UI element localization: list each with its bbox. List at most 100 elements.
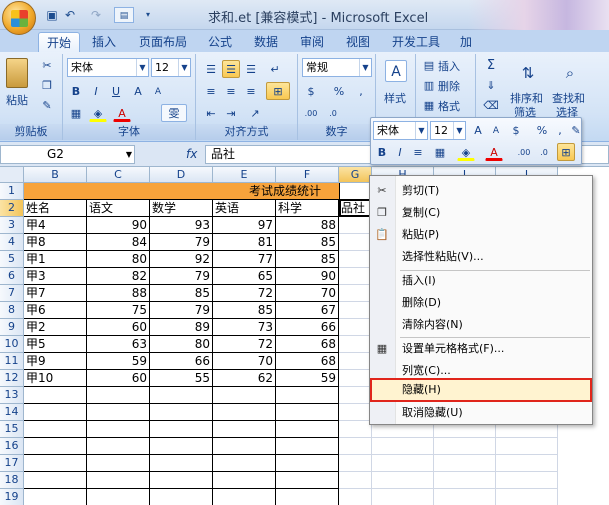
tab-add-ins[interactable]: 加 [452,32,480,52]
table-cell[interactable] [339,455,372,472]
table-cell[interactable] [150,489,213,505]
table-cell[interactable] [339,404,372,421]
row-header[interactable]: 4 [0,234,24,251]
table-cell[interactable]: 79 [150,302,213,319]
table-cell[interactable] [496,438,558,455]
decrease-decimal-icon[interactable]: .0 [535,143,553,161]
percent-icon[interactable]: % [330,82,348,100]
align-top-icon[interactable]: ☰ [202,60,220,78]
table-cell[interactable] [276,387,339,404]
tab-home[interactable]: 开始 [38,32,81,52]
table-cell[interactable] [150,404,213,421]
table-cell[interactable] [339,336,372,353]
row-header[interactable]: 11 [0,353,24,370]
table-cell[interactable] [150,438,213,455]
table-cell[interactable] [150,421,213,438]
table-cell[interactable]: 59 [276,370,339,387]
table-cell[interactable] [150,387,213,404]
table-cell[interactable]: 70 [276,285,339,302]
menu-item-copy[interactable]: ❐ 复制(C) [370,202,592,224]
table-cell[interactable]: 甲9 [24,353,87,370]
table-cell[interactable]: 甲2 [24,319,87,336]
table-cell[interactable] [213,472,276,489]
font-grow-icon[interactable]: A [469,121,487,139]
insert-cells-label[interactable]: 插入 [438,58,460,74]
format-cells-label[interactable]: 格式 [438,98,460,114]
chevron-down-icon[interactable]: ▼ [126,146,132,163]
tab-formulas[interactable]: 公式 [200,32,240,52]
row-header[interactable]: 8 [0,302,24,319]
merge-center-icon[interactable]: ⊞ [557,143,575,161]
menu-item-paste-special[interactable]: 选择性粘贴(V)... [370,246,592,268]
table-cell[interactable]: 甲6 [24,302,87,319]
copy-icon[interactable]: ❐ [38,76,56,94]
table-cell[interactable] [339,302,372,319]
table-cell[interactable]: 63 [87,336,150,353]
tab-insert[interactable]: 插入 [84,32,124,52]
table-cell[interactable]: 88 [276,217,339,234]
table-cell[interactable] [339,319,372,336]
table-cell[interactable]: 85 [150,285,213,302]
column-header[interactable]: G [339,167,372,183]
phonetic-icon[interactable]: 雯 [161,104,187,122]
clear-icon[interactable]: ⌫ [482,96,500,114]
undo-icon[interactable]: ↶ [62,7,78,23]
table-cell[interactable] [213,421,276,438]
menu-item-hide[interactable]: 隐藏(H) [370,378,592,402]
table-cell[interactable]: 85 [213,302,276,319]
table-cell[interactable]: 甲5 [24,336,87,353]
header-cell[interactable]: 英语 [213,200,276,217]
number-format-combo[interactable]: 常规 ▼ [302,58,372,77]
align-middle-icon[interactable]: ☰ [222,60,240,78]
comma-icon[interactable]: , [352,82,370,100]
row-header[interactable]: 2 [0,200,24,217]
currency-icon[interactable]: $ [507,121,525,139]
save-icon[interactable]: ▣ [44,7,60,23]
table-cell[interactable]: 60 [87,319,150,336]
table-cell[interactable] [434,489,496,505]
row-header[interactable]: 15 [0,421,24,438]
table-cell[interactable]: 72 [213,336,276,353]
table-cell[interactable]: 65 [213,268,276,285]
align-center-icon[interactable]: ≡ [409,143,427,161]
table-cell[interactable]: 88 [87,285,150,302]
row-header[interactable]: 9 [0,319,24,336]
table-cell[interactable] [496,472,558,489]
table-cell[interactable]: 89 [150,319,213,336]
chevron-down-icon[interactable]: ▾ [140,7,156,23]
table-cell[interactable] [339,353,372,370]
row-header[interactable]: 18 [0,472,24,489]
font-color-icon[interactable]: A [113,104,131,122]
paste-label[interactable]: 粘贴 [6,92,28,108]
table-cell[interactable]: 甲1 [24,251,87,268]
table-cell[interactable]: 60 [87,370,150,387]
table-cell[interactable] [339,472,372,489]
format-painter-icon[interactable]: ✎ [567,121,585,139]
table-cell[interactable]: 80 [87,251,150,268]
font-shrink-icon[interactable]: A [487,121,505,139]
table-cell[interactable] [339,387,372,404]
table-cell[interactable]: 90 [276,268,339,285]
column-header[interactable]: F [276,167,339,183]
font-grow-icon[interactable]: A [129,82,147,100]
align-right-icon[interactable]: ≡ [242,82,260,100]
mini-percent[interactable]: % [533,121,551,139]
row-header[interactable]: 5 [0,251,24,268]
menu-item-delete[interactable]: 删除(D) [370,292,592,314]
header-cell[interactable]: 语文 [87,200,150,217]
table-cell[interactable] [434,438,496,455]
row-header[interactable]: 13 [0,387,24,404]
table-cell[interactable] [24,438,87,455]
align-bottom-icon[interactable]: ☰ [242,60,260,78]
table-cell[interactable] [339,489,372,505]
tab-developer[interactable]: 开发工具 [384,32,448,52]
table-cell[interactable]: 66 [276,319,339,336]
table-cell[interactable]: 80 [150,336,213,353]
table-cell[interactable] [24,489,87,505]
table-cell[interactable]: 79 [150,234,213,251]
table-cell[interactable] [372,455,434,472]
increase-indent-icon[interactable]: ⇥ [222,104,240,122]
chevron-down-icon[interactable]: ▼ [415,122,427,139]
table-cell[interactable] [87,489,150,505]
table-cell[interactable] [150,472,213,489]
